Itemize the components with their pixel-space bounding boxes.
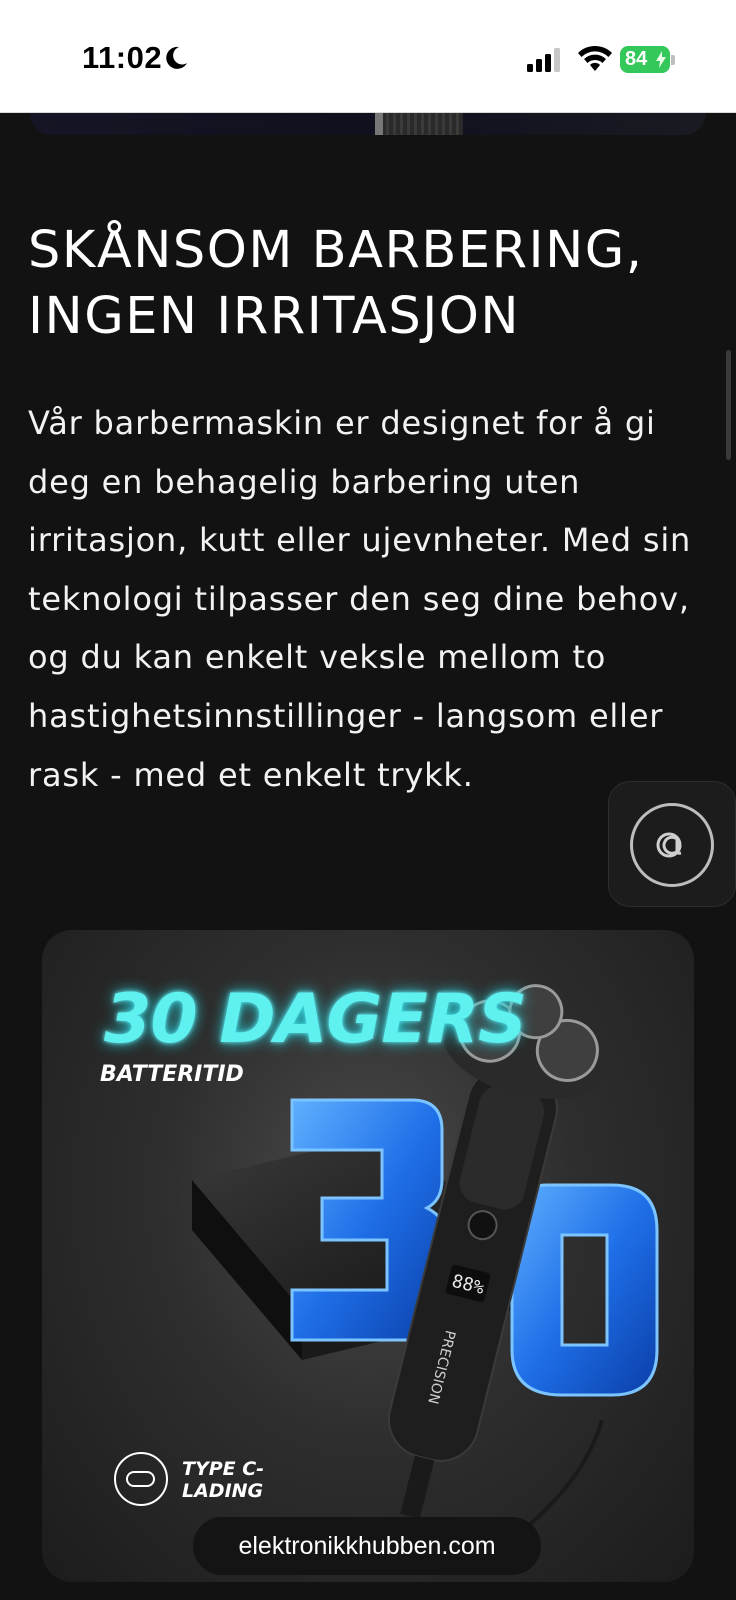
chat-assistant-icon[interactable] (630, 803, 714, 887)
promo-title: 30 DAGERS (104, 980, 527, 1059)
cellular-signal-icon (527, 48, 560, 72)
battery-cap (671, 55, 675, 65)
section-heading: SKÅNSOM BARBERING, INGEN IRRITASJON (28, 221, 644, 346)
charging-label: TYPE C- LADING (182, 1458, 265, 1502)
usb-c-icon (114, 1452, 168, 1506)
promo-subtitle: BATTERITID (100, 1062, 244, 1087)
promo-image: 88% PRECISION 30 DAGERS BATTERITID TYPE … (42, 930, 694, 1582)
shaver-handle-graphic (375, 113, 463, 135)
scrollbar-thumb[interactable] (726, 350, 731, 460)
battery-icon: 84 (620, 46, 670, 73)
moon-icon (166, 46, 187, 69)
browser-url-bar[interactable]: elektronikkhubben.com (193, 1517, 541, 1575)
big-digit-0 (510, 1183, 659, 1397)
chat-widget-button[interactable] (608, 781, 736, 907)
bolt-icon (656, 51, 666, 68)
wifi-icon (578, 45, 612, 71)
previous-product-image (30, 113, 706, 135)
status-time: 11:02 (82, 40, 163, 75)
at-icon (656, 832, 682, 858)
section-body-text: Vår barbermaskin er designet for å gi de… (28, 404, 692, 794)
battery-level: 84 (625, 48, 648, 70)
status-bar: 11:02 84 (0, 0, 736, 113)
